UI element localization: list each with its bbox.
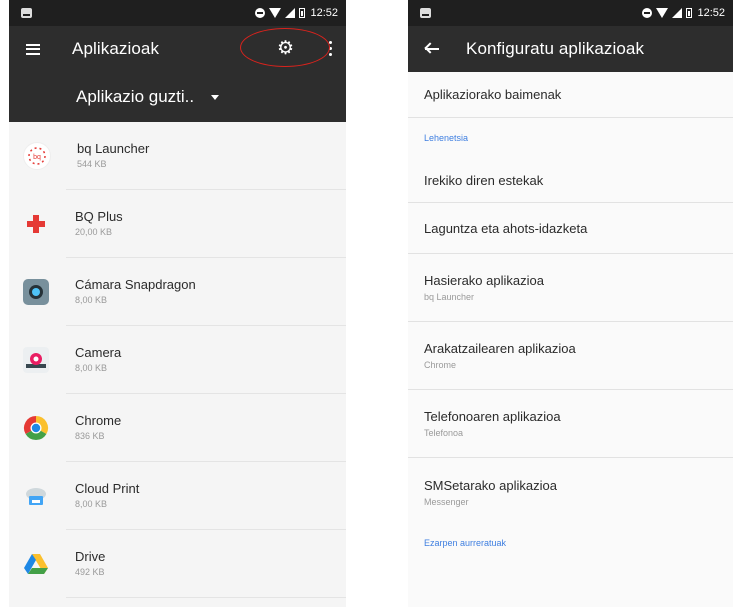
setting-opening-links[interactable]: Irekiko diren estekak bbox=[408, 158, 733, 203]
setting-title: Arakatzailearen aplikazioa bbox=[424, 340, 576, 356]
setting-title: Laguntza eta ahots-idazketa bbox=[424, 220, 588, 236]
svg-text:bq: bq bbox=[33, 154, 41, 161]
do-not-disturb-icon bbox=[642, 8, 653, 18]
app-item-camera[interactable]: Camera 8,00 KB bbox=[9, 326, 346, 394]
app-item-chrome[interactable]: Chrome 836 KB bbox=[9, 394, 346, 462]
do-not-disturb-icon bbox=[255, 8, 266, 18]
setting-title: Telefonoaren aplikazioa bbox=[424, 408, 561, 424]
setting-assist-voice-input[interactable]: Laguntza eta ahots-idazketa bbox=[408, 203, 733, 254]
setting-subtitle: bq Launcher bbox=[424, 291, 475, 302]
bq-launcher-icon: bq bbox=[23, 142, 51, 170]
signal-icon bbox=[672, 8, 683, 18]
setting-home-app[interactable]: Hasierako aplikazioa bq Launcher bbox=[408, 254, 733, 322]
battery-icon bbox=[686, 8, 693, 18]
setting-browser-app[interactable]: Arakatzailearen aplikazioa Chrome bbox=[408, 322, 733, 390]
setting-sms-app[interactable]: SMSetarako aplikazioa Messenger bbox=[408, 458, 733, 528]
notification-icon bbox=[420, 8, 431, 18]
section-header-label: Ezarpen aurreratuak bbox=[424, 538, 507, 548]
app-item-camara-snapdragon[interactable]: Cámara Snapdragon 8,00 KB bbox=[9, 258, 346, 326]
setting-title: SMSetarako aplikazioa bbox=[424, 477, 557, 493]
app-size: 8,00 KB bbox=[75, 499, 108, 509]
setting-subtitle: Messenger bbox=[424, 496, 469, 507]
wifi-icon bbox=[656, 8, 669, 18]
app-item-bq-plus[interactable]: BQ Plus 20,00 KB bbox=[9, 190, 346, 258]
chrome-icon bbox=[23, 415, 49, 441]
setting-subtitle: Chrome bbox=[424, 359, 457, 370]
signal-icon bbox=[285, 8, 296, 18]
setting-phone-app[interactable]: Telefonoaren aplikazioa Telefonoa bbox=[408, 390, 733, 458]
app-item-drive[interactable]: Drive 492 KB bbox=[9, 530, 346, 598]
app-size: 8,00 KB bbox=[75, 295, 108, 305]
app-size: 20,00 KB bbox=[75, 227, 113, 237]
camera-icon bbox=[23, 347, 49, 373]
app-name: BQ Plus bbox=[75, 209, 123, 224]
notification-icon bbox=[21, 8, 32, 18]
section-header-advanced: Ezarpen aurreratuak bbox=[408, 528, 733, 558]
app-name: bq Launcher bbox=[77, 141, 150, 156]
app-list: bq bq Launcher 544 KB BQ Plus 20,00 KB C… bbox=[9, 122, 346, 598]
section-header-default: Lehenetsia bbox=[408, 118, 733, 158]
app-bar: Konfiguratu aplikazioak bbox=[408, 26, 733, 72]
section-header-label: Lehenetsia bbox=[424, 133, 469, 143]
setting-subtitle: Telefonoa bbox=[424, 427, 464, 438]
camera-snapdragon-icon bbox=[23, 279, 49, 305]
chevron-down-icon[interactable] bbox=[211, 94, 220, 100]
page-title: Konfiguratu aplikazioak bbox=[466, 39, 645, 58]
configure-apps-screen: 12:52 Konfiguratu aplikazioak Aplikazior… bbox=[408, 0, 733, 607]
bq-plus-icon bbox=[23, 211, 49, 237]
status-bar: 12:52 bbox=[9, 0, 346, 26]
app-name: Camera bbox=[75, 345, 122, 360]
highlight-circle bbox=[240, 28, 330, 67]
page-title: Aplikazioak bbox=[72, 39, 160, 58]
app-size: 544 KB bbox=[77, 159, 107, 169]
filter-dropdown[interactable]: Aplikazio guzti.. bbox=[76, 87, 194, 107]
app-size: 8,00 KB bbox=[75, 363, 108, 373]
app-size: 492 KB bbox=[75, 567, 105, 577]
back-arrow-icon[interactable] bbox=[424, 41, 440, 57]
app-size: 836 KB bbox=[75, 431, 105, 441]
app-item-bq-launcher[interactable]: bq bq Launcher 544 KB bbox=[9, 122, 346, 190]
app-name: Chrome bbox=[75, 413, 122, 428]
status-bar: 12:52 bbox=[408, 0, 733, 26]
settings-list: Aplikaziorako baimenak Lehenetsia Irekik… bbox=[408, 72, 733, 558]
setting-title: Hasierako aplikazioa bbox=[424, 272, 544, 288]
app-bar: Aplikazioak ⚙ bbox=[9, 26, 346, 72]
setting-title: Irekiko diren estekak bbox=[424, 172, 544, 188]
app-item-cloud-print[interactable]: Cloud Print 8,00 KB bbox=[9, 462, 346, 530]
status-time: 12:52 bbox=[697, 7, 725, 19]
setting-app-permissions[interactable]: Aplikaziorako baimenak bbox=[408, 72, 733, 118]
wifi-icon bbox=[269, 8, 282, 18]
battery-icon bbox=[299, 8, 306, 18]
filter-bar: Aplikazio guzti.. bbox=[9, 72, 346, 122]
drive-icon bbox=[23, 551, 49, 577]
app-name: Cloud Print bbox=[75, 481, 140, 496]
app-name: Drive bbox=[75, 549, 106, 564]
menu-icon[interactable] bbox=[26, 43, 40, 55]
setting-title: Aplikaziorako baimenak bbox=[424, 87, 562, 102]
apps-screen: 12:52 Aplikazioak ⚙ Aplikazio guzti.. bq… bbox=[9, 0, 346, 607]
app-name: Cámara Snapdragon bbox=[75, 277, 196, 292]
status-time: 12:52 bbox=[310, 7, 338, 19]
cloud-print-icon bbox=[23, 483, 49, 509]
